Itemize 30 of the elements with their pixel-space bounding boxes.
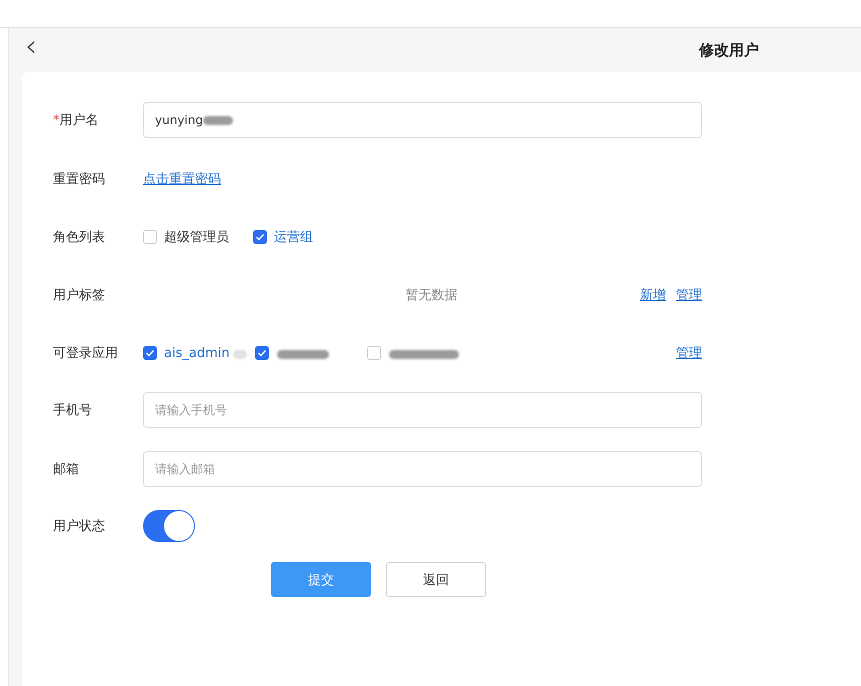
checkbox-label: 超级管理员 [164, 229, 229, 246]
page-title: 修改用户 [699, 40, 759, 60]
field-label: 重置密码 [53, 171, 106, 188]
checkbox[interactable] [255, 346, 269, 360]
field-label: 用户状态 [53, 518, 106, 535]
field-label: 角色列表 [53, 229, 106, 246]
action-link[interactable]: 管理 [676, 286, 702, 304]
phone-field[interactable]: 请输入手机号 [143, 392, 702, 428]
field-label: *用户名 [53, 112, 100, 129]
check-icon [145, 348, 155, 358]
field-label: 邮箱 [53, 461, 80, 478]
status-toggle[interactable] [143, 510, 195, 542]
checkbox-label: 运营组 [274, 229, 313, 246]
email-field[interactable]: 请输入邮箱 [143, 451, 702, 487]
action-link[interactable]: 管理 [676, 344, 702, 362]
field-label: 用户标签 [53, 287, 106, 304]
username-field[interactable]: yunying [143, 102, 702, 138]
back-button[interactable]: ‹ [21, 32, 41, 68]
check-icon [255, 232, 265, 242]
back-button[interactable]: 返回 [386, 562, 486, 597]
check-icon [257, 348, 267, 358]
checkbox-label: ais_admin [164, 346, 230, 360]
submit-button[interactable]: 提交 [271, 562, 371, 597]
checkbox[interactable] [143, 346, 157, 360]
field-label: 可登录应用 [53, 345, 119, 362]
checkbox[interactable] [253, 230, 267, 244]
action-link[interactable]: 新增 [640, 286, 666, 304]
empty-text: 暂无数据 [404, 287, 458, 304]
field-label: 手机号 [53, 402, 93, 419]
reset-password-link[interactable]: 点击重置密码 [143, 170, 221, 188]
